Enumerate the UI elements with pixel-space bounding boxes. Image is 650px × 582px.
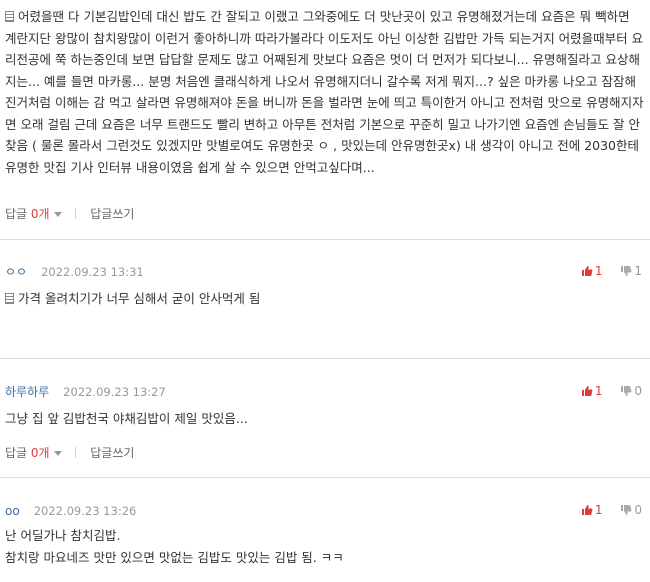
comment-date: 2022.09.23 13:31 (41, 265, 144, 279)
thumbs-up-icon (581, 266, 593, 276)
comment-actions: 답글 0개 답글쓰기 (5, 444, 134, 462)
divider (75, 208, 77, 219)
upvote-count: 1 (594, 503, 603, 517)
comment-author[interactable]: 하루하루 (5, 385, 49, 399)
thumbs-up-icon (581, 386, 593, 396)
comment-meta: ㅇㅇ 2022.09.23 13:31 (5, 263, 144, 281)
comment-item: ㅇㅇ 2022.09.23 13:31 1 1 가격 올려치기가 너무 심해서 굳… (0, 240, 650, 358)
thumbs-down-icon (621, 266, 632, 276)
upvote-count: 1 (594, 384, 603, 398)
downvote-button[interactable]: 1 (620, 262, 642, 280)
thumbs-up-icon (581, 505, 593, 515)
comment-actions: 답글 0개 답글쓰기 (5, 205, 134, 223)
comment-item: 어렸을땐 다 기본김밥인데 대신 밥도 간 잘되고 이랬고 그와중에도 더 맛난… (0, 0, 650, 236)
upvote-button[interactable]: 1 (581, 501, 603, 519)
comment-text: 어렸을땐 다 기본김밥인데 대신 밥도 간 잘되고 이랬고 그와중에도 더 맛난… (5, 9, 644, 175)
upvote-button[interactable]: 1 (581, 382, 603, 400)
thumbs-down-icon (621, 505, 632, 515)
comment-date: 2022.09.23 13:26 (33, 504, 137, 518)
comment-meta: oo 2022.09.23 13:26 (5, 502, 136, 520)
reply-toggle[interactable]: 답글 0개 (5, 446, 62, 460)
comment-item: oo 2022.09.23 13:26 1 0 난 어딜가나 참치김밥. 참치랑 … (0, 478, 650, 582)
upvote-count: 1 (594, 264, 603, 278)
vote-group: 1 0 (567, 501, 642, 519)
reply-toggle[interactable]: 답글 0개 (5, 207, 62, 221)
thumbs-down-icon (621, 386, 632, 396)
comment-author[interactable]: ㅇㅇ (5, 265, 27, 279)
reply-count: 0개 (30, 446, 50, 460)
memo-icon (5, 293, 14, 304)
comment-date: 2022.09.23 13:27 (63, 385, 166, 399)
downvote-button[interactable]: 0 (620, 501, 642, 519)
comment-text-line: 참치랑 마요네즈 맛만 있으면 맛없는 김밥도 맛있는 김밥 됨. ㅋㅋ (5, 549, 344, 565)
upvote-button[interactable]: 1 (581, 262, 603, 280)
vote-group: 1 0 (567, 382, 642, 400)
comment-meta: 하루하루 2022.09.23 13:27 (5, 383, 166, 401)
memo-icon (5, 11, 14, 22)
comment-author[interactable]: oo (5, 504, 20, 518)
write-reply-link[interactable]: 답글쓰기 (90, 207, 134, 221)
downvote-count: 1 (634, 264, 642, 278)
vote-group: 1 1 (567, 262, 642, 280)
downvote-count: 0 (634, 384, 642, 398)
downvote-button[interactable]: 0 (620, 382, 642, 400)
chevron-down-icon (53, 212, 62, 217)
downvote-count: 0 (634, 503, 642, 517)
divider (75, 447, 77, 458)
comment-text: 난 어딜가나 참치김밥. 참치랑 마요네즈 맛만 있으면 맛없는 김밥도 맛있는… (5, 525, 645, 568)
comment-item: 하루하루 2022.09.23 13:27 1 0 그냥 집 앞 김밥천국 야채김… (0, 359, 650, 477)
comment-text: 가격 올려치기가 너무 심해서 굳이 안사먹게 됨 (5, 288, 645, 310)
write-reply-link[interactable]: 답글쓰기 (90, 446, 134, 460)
chevron-down-icon (53, 451, 62, 456)
comment-text-line: 난 어딜가나 참치김밥. (5, 528, 121, 543)
comment-text: 그냥 집 앞 김밥천국 야채김밥이 제일 맛있음... (5, 411, 248, 426)
reply-count: 0개 (30, 207, 50, 221)
